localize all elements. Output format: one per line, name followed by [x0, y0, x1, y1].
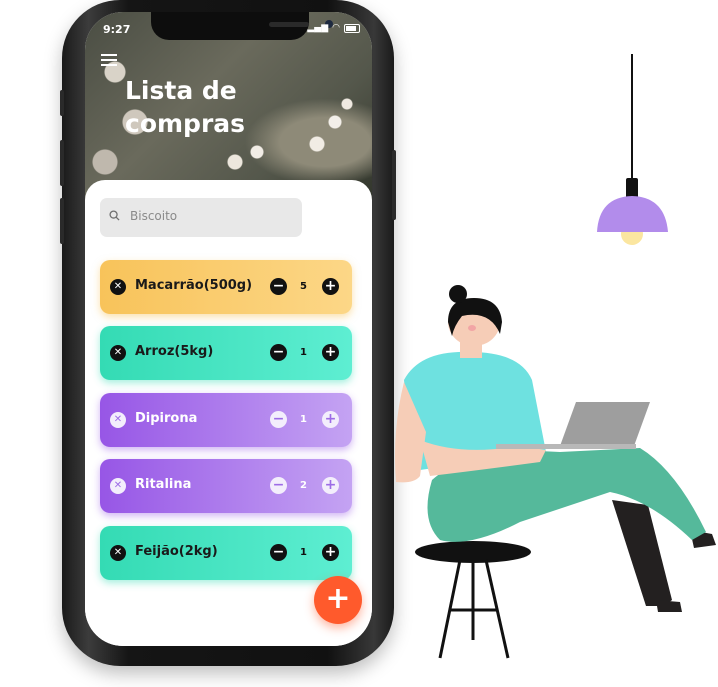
minus-circle-icon[interactable]: −: [270, 477, 287, 494]
minus-circle-icon[interactable]: −: [270, 278, 287, 295]
person-forearm: [420, 440, 546, 476]
minus-circle-icon[interactable]: −: [270, 544, 287, 561]
list-item[interactable]: ✕ Macarrão(500g) − 5 +: [100, 260, 352, 314]
notch: [151, 12, 333, 40]
phone-volume-down: [60, 198, 64, 244]
shoe: [690, 530, 716, 548]
person-arm: [395, 382, 426, 483]
item-quantity: 5: [300, 281, 307, 292]
shoe: [656, 600, 682, 612]
phone-side-button: [60, 90, 64, 116]
minus-circle-icon[interactable]: −: [270, 344, 287, 361]
item-name: Ritalina: [135, 477, 192, 492]
item-quantity: 1: [300, 414, 307, 425]
close-circle-icon[interactable]: ✕: [110, 279, 126, 295]
page-title: Lista de compras: [125, 74, 305, 140]
plus-circle-icon[interactable]: +: [322, 477, 339, 494]
wifi-icon: ◠: [332, 23, 340, 33]
minus-circle-icon[interactable]: −: [270, 411, 287, 428]
laptop-base: [496, 444, 636, 449]
phone-volume-up: [60, 140, 64, 186]
person-pants: [427, 448, 706, 542]
search-placeholder: Biscoito: [130, 209, 178, 223]
plus-circle-icon[interactable]: +: [322, 344, 339, 361]
close-circle-icon[interactable]: ✕: [110, 412, 126, 428]
stool-leg: [438, 559, 462, 659]
item-name: Dipirona: [135, 411, 198, 426]
close-circle-icon[interactable]: ✕: [110, 545, 126, 561]
plus-icon: +: [325, 581, 351, 616]
search-input[interactable]: Biscoito: [100, 198, 302, 237]
person-cheek: [468, 325, 476, 331]
person-hair: [448, 298, 502, 336]
hamburger-icon[interactable]: [101, 54, 117, 66]
plus-circle-icon[interactable]: +: [322, 278, 339, 295]
speaker: [269, 22, 309, 27]
close-circle-icon[interactable]: ✕: [110, 345, 126, 361]
close-circle-icon[interactable]: ✕: [110, 478, 126, 494]
list-item[interactable]: ✕ Feijão(2kg) − 1 +: [100, 526, 352, 580]
item-name: Macarrão(500g): [135, 278, 253, 293]
stool-leg: [484, 559, 510, 659]
item-quantity: 1: [300, 547, 307, 558]
person-back-leg: [612, 500, 672, 606]
lamp-socket: [626, 178, 638, 198]
status-time: 9:27: [103, 23, 131, 36]
signal-icon: ▂▄▆: [307, 23, 329, 33]
search-icon: [109, 210, 120, 221]
person-neck: [460, 336, 482, 358]
person-shirt: [404, 351, 546, 470]
lamp-shade: [597, 196, 668, 232]
list-item[interactable]: ✕ Dipirona − 1 +: [100, 393, 352, 447]
item-name: Feijão(2kg): [135, 544, 218, 559]
status-icons: ▂▄▆ ◠: [307, 23, 360, 33]
item-quantity: 2: [300, 480, 307, 491]
list-item[interactable]: ✕ Arroz(5kg) − 1 +: [100, 326, 352, 380]
page-title-line2: compras: [125, 109, 246, 138]
plus-circle-icon[interactable]: +: [322, 544, 339, 561]
lamp-bulb: [621, 223, 643, 245]
phone-power-button: [392, 150, 396, 220]
laptop-screen: [560, 402, 650, 446]
add-item-button[interactable]: +: [314, 576, 362, 624]
person-hair-bun: [449, 285, 467, 303]
item-quantity: 1: [300, 347, 307, 358]
battery-icon: [344, 23, 360, 33]
page-title-line1: Lista de: [125, 76, 237, 105]
stool-seat: [415, 541, 531, 563]
item-name: Arroz(5kg): [135, 344, 214, 359]
plus-circle-icon[interactable]: +: [322, 411, 339, 428]
person-face: [448, 298, 500, 346]
list-item[interactable]: ✕ Ritalina − 2 +: [100, 459, 352, 513]
